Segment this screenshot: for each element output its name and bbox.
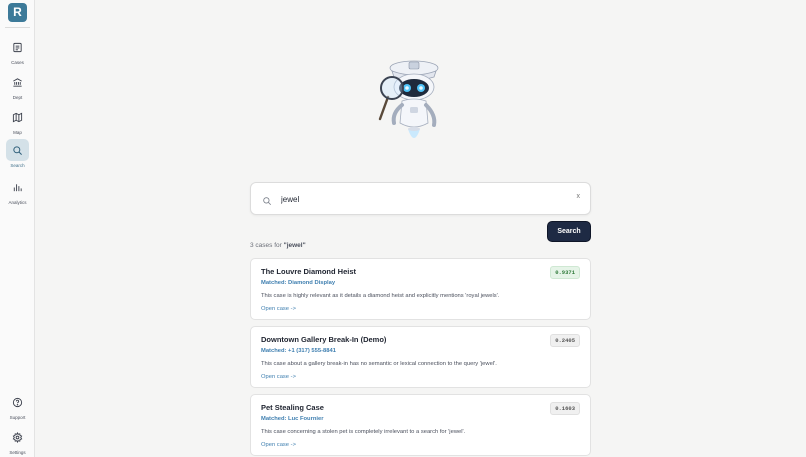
bank-icon	[6, 71, 29, 93]
case-title: Downtown Gallery Break-In (Demo)	[261, 335, 387, 344]
sidebar-item-label: Cases	[11, 60, 24, 65]
gear-icon	[6, 426, 29, 448]
results-query: "jewel"	[283, 242, 306, 249]
help-circle-icon	[6, 391, 29, 413]
result-card: Downtown Gallery Break-In (Demo) 0.2405 …	[250, 326, 591, 388]
open-case-link[interactable]: Open case ->	[261, 306, 296, 312]
open-case-link[interactable]: Open case ->	[261, 442, 296, 448]
results-count-prefix: 3 cases for	[250, 242, 284, 249]
document-icon	[6, 36, 29, 58]
clear-search-button[interactable]: x	[577, 193, 581, 200]
case-description: This case is highly relevant as it detai…	[261, 293, 500, 299]
sidebar-item-label: Search	[10, 163, 25, 168]
sidebar-item-settings[interactable]: Settings	[4, 426, 31, 455]
relevance-score-badge: 0.1603	[550, 402, 580, 415]
sidebar-item-analytics[interactable]: Analytics	[4, 176, 31, 205]
sidebar-item-label: Dept	[12, 95, 23, 100]
matched-field: Matched: Diamond Display	[261, 280, 336, 286]
case-description: This case concerning a stolen pet is com…	[261, 429, 466, 435]
case-description: This case about a gallery break-in has n…	[261, 361, 497, 367]
sidebar-item-map[interactable]: Map	[4, 106, 31, 135]
matched-field: Matched: Luc Fournier	[261, 416, 324, 422]
sidebar-item-label: Settings	[9, 450, 26, 455]
sidebar-item-label: Support	[9, 415, 26, 420]
search-button[interactable]: Search	[547, 221, 591, 242]
app-logo[interactable]: R	[8, 3, 27, 22]
result-card: Pet Stealing Case 0.1603 Matched: Luc Fo…	[250, 394, 591, 456]
search-icon	[262, 193, 272, 211]
matched-field: Matched: +1 (317) 555-8841	[261, 348, 336, 354]
sidebar-item-search[interactable]: Search	[4, 139, 31, 168]
case-title: Pet Stealing Case	[261, 403, 324, 412]
relevance-score-badge: 0.9371	[550, 266, 580, 279]
results-count: 3 cases for "jewel"	[250, 242, 306, 249]
sidebar-item-label: Map	[13, 130, 22, 135]
search-icon	[6, 139, 29, 161]
search-input[interactable]	[281, 191, 561, 208]
case-title: The Louvre Diamond Heist	[261, 267, 357, 276]
sidebar: R Cases Dept Map Search Analytics Suppor…	[0, 0, 35, 457]
open-case-link[interactable]: Open case ->	[261, 374, 296, 380]
sidebar-item-label: Analytics	[8, 200, 27, 205]
map-icon	[6, 106, 29, 128]
robot-detective-mascot	[378, 60, 439, 138]
divider	[5, 27, 30, 28]
bar-chart-icon	[6, 176, 29, 198]
result-card: The Louvre Diamond Heist 0.9371 Matched:…	[250, 258, 591, 320]
relevance-score-badge: 0.2405	[550, 334, 580, 347]
sidebar-item-support[interactable]: Support	[4, 391, 31, 420]
search-box: x	[250, 182, 591, 215]
sidebar-item-cases[interactable]: Cases	[4, 36, 31, 65]
sidebar-item-dept[interactable]: Dept	[4, 71, 31, 100]
